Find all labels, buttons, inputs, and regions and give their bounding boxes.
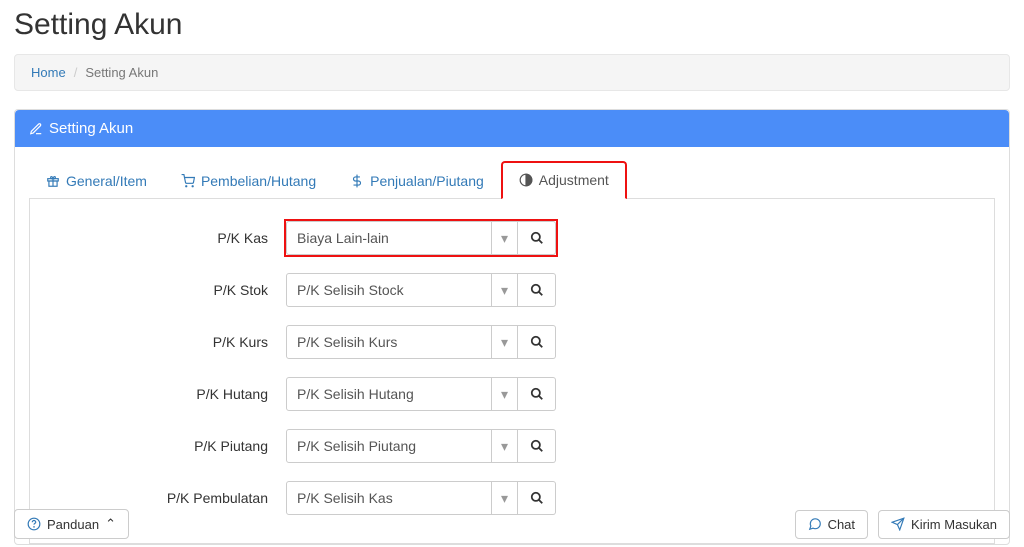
kirim-masukan-button[interactable]: Kirim Masukan xyxy=(878,510,1010,539)
select-pk-hutang[interactable]: P/K Selisih Hutang ▾ xyxy=(286,377,518,411)
select-value: Biaya Lain-lain xyxy=(297,230,389,246)
search-icon xyxy=(530,283,544,297)
panduan-button[interactable]: Panduan ⌃ xyxy=(14,509,129,539)
dollar-icon xyxy=(350,174,364,188)
lookup-button-pk-kas[interactable] xyxy=(518,221,556,255)
pencil-icon xyxy=(29,122,43,136)
select-pk-kas[interactable]: Biaya Lain-lain ▾ xyxy=(286,221,518,255)
form-row-pk-kurs: P/K Kurs P/K Selisih Kurs ▾ xyxy=(46,325,978,359)
lookup-button-pk-piutang[interactable] xyxy=(518,429,556,463)
label-pk-kas: P/K Kas xyxy=(46,230,286,246)
select-pk-piutang[interactable]: P/K Selisih Piutang ▾ xyxy=(286,429,518,463)
lookup-button-pk-stok[interactable] xyxy=(518,273,556,307)
chat-button[interactable]: Chat xyxy=(795,510,868,539)
label-pk-kurs: P/K Kurs xyxy=(46,334,286,350)
tab-content-adjustment: P/K Kas Biaya Lain-lain ▾ P/K Stok xyxy=(29,199,995,544)
breadcrumb-home[interactable]: Home xyxy=(31,65,66,80)
select-value: P/K Selisih Kas xyxy=(297,490,393,506)
search-icon xyxy=(530,439,544,453)
panel-heading: Setting Akun xyxy=(15,110,1009,147)
tab-label: Pembelian/Hutang xyxy=(201,173,316,189)
tabs: General/Item Pembelian/Hutang Penjualan/… xyxy=(29,161,995,199)
settings-panel: Setting Akun General/Item Pembelian/Huta… xyxy=(14,109,1010,545)
form-row-pk-piutang: P/K Piutang P/K Selisih Piutang ▾ xyxy=(46,429,978,463)
label-pk-pembulatan: P/K Pembulatan xyxy=(46,490,286,506)
label-pk-piutang: P/K Piutang xyxy=(46,438,286,454)
breadcrumb-separator: / xyxy=(74,65,78,80)
tab-penjualan[interactable]: Penjualan/Piutang xyxy=(333,161,501,199)
search-icon xyxy=(530,491,544,505)
label-pk-stok: P/K Stok xyxy=(46,282,286,298)
cart-icon xyxy=(181,174,195,188)
chat-label: Chat xyxy=(828,517,855,532)
select-pk-stok[interactable]: P/K Selisih Stock ▾ xyxy=(286,273,518,307)
caret-down-icon: ▾ xyxy=(491,274,517,306)
footer: Panduan ⌃ Chat Kirim Masukan xyxy=(0,509,1024,539)
tab-label: General/Item xyxy=(66,173,147,189)
search-icon xyxy=(530,231,544,245)
select-value: P/K Selisih Kurs xyxy=(297,334,397,350)
caret-down-icon: ▾ xyxy=(491,222,517,254)
panel-title: Setting Akun xyxy=(49,120,133,137)
tab-label: Penjualan/Piutang xyxy=(370,173,484,189)
select-value: P/K Selisih Stock xyxy=(297,282,404,298)
lookup-button-pk-kurs[interactable] xyxy=(518,325,556,359)
select-value: P/K Selisih Hutang xyxy=(297,386,414,402)
send-icon xyxy=(891,517,905,531)
page-title: Setting Akun xyxy=(0,0,1024,54)
search-icon xyxy=(530,387,544,401)
select-value: P/K Selisih Piutang xyxy=(297,438,416,454)
tab-general[interactable]: General/Item xyxy=(29,161,164,199)
chat-icon xyxy=(808,517,822,531)
tab-adjustment[interactable]: Adjustment xyxy=(501,161,627,199)
tab-pembelian[interactable]: Pembelian/Hutang xyxy=(164,161,333,199)
panel-body: General/Item Pembelian/Hutang Penjualan/… xyxy=(15,147,1009,544)
chevron-up-icon: ⌃ xyxy=(105,516,116,532)
caret-down-icon: ▾ xyxy=(491,378,517,410)
form-row-pk-stok: P/K Stok P/K Selisih Stock ▾ xyxy=(46,273,978,307)
tab-label: Adjustment xyxy=(539,172,609,188)
lookup-button-pk-hutang[interactable] xyxy=(518,377,556,411)
caret-down-icon: ▾ xyxy=(491,430,517,462)
label-pk-hutang: P/K Hutang xyxy=(46,386,286,402)
breadcrumb-current: Setting Akun xyxy=(85,65,158,80)
gift-icon xyxy=(46,174,60,188)
panduan-label: Panduan xyxy=(47,517,99,532)
help-icon xyxy=(27,517,41,531)
select-pk-kurs[interactable]: P/K Selisih Kurs ▾ xyxy=(286,325,518,359)
form-row-pk-kas: P/K Kas Biaya Lain-lain ▾ xyxy=(46,221,978,255)
form-row-pk-hutang: P/K Hutang P/K Selisih Hutang ▾ xyxy=(46,377,978,411)
search-icon xyxy=(530,335,544,349)
breadcrumb: Home / Setting Akun xyxy=(14,54,1010,91)
kirim-label: Kirim Masukan xyxy=(911,517,997,532)
caret-down-icon: ▾ xyxy=(491,326,517,358)
contrast-icon xyxy=(519,173,533,187)
